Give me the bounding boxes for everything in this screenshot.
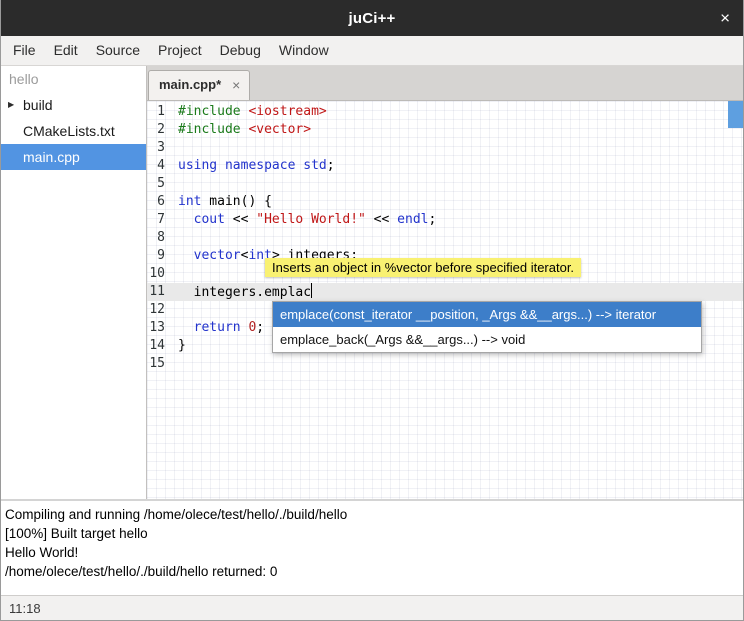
tree-item-label: CMakeLists.txt (23, 123, 115, 139)
line-number: 4 (147, 157, 171, 175)
code-line-5[interactable]: 5 (147, 175, 743, 193)
code-text: #include <vector> (171, 121, 743, 139)
code-line-4[interactable]: 4using namespace std; (147, 157, 743, 175)
menu-debug[interactable]: Debug (211, 36, 270, 65)
line-number: 6 (147, 193, 171, 211)
code-line-2[interactable]: 2#include <vector> (147, 121, 743, 139)
tab-bar: main.cpp* × (147, 66, 743, 101)
code-line-11[interactable]: 11 integers.emplac (147, 283, 743, 301)
code-text: #include <iostream> (171, 103, 743, 121)
terminal-output: Compiling and running /home/olece/test/h… (1, 499, 743, 595)
terminal-line: Hello World! (5, 543, 739, 562)
menu-project[interactable]: Project (149, 36, 211, 65)
titlebar: juCi++ × (1, 0, 743, 36)
code-text: using namespace std; (171, 157, 743, 175)
tab-close-icon[interactable]: × (232, 78, 240, 92)
menu-source[interactable]: Source (87, 36, 149, 65)
menu-edit[interactable]: Edit (45, 36, 87, 65)
tree-item-label: build (23, 97, 53, 113)
line-number: 5 (147, 175, 171, 193)
line-number: 2 (147, 121, 171, 139)
line-number: 7 (147, 211, 171, 229)
line-number: 3 (147, 139, 171, 157)
text-cursor (311, 283, 312, 298)
app-window: juCi++ × FileEditSourceProjectDebugWindo… (0, 0, 744, 621)
autocomplete-item[interactable]: emplace_back(_Args &&__args...) --> void (273, 327, 701, 352)
code-text: integers.emplac (171, 283, 743, 301)
autocomplete-popup: emplace(const_iterator __position, _Args… (272, 301, 702, 353)
menu-window[interactable]: Window (270, 36, 338, 65)
code-line-6[interactable]: 6int main() { (147, 193, 743, 211)
window-title: juCi++ (348, 10, 395, 27)
terminal-line: [100%] Built target hello (5, 524, 739, 543)
tree-item-label: main.cpp (23, 149, 80, 165)
code-text (171, 175, 743, 193)
code-text (171, 139, 743, 157)
menubar: FileEditSourceProjectDebugWindow (1, 36, 743, 66)
line-number: 8 (147, 229, 171, 247)
file-tree: ▶ build CMakeLists.txt main.cpp (1, 92, 146, 170)
file-tree-sidebar: hello ▶ build CMakeLists.txt main.cpp (1, 66, 147, 499)
terminal-line: /home/olece/test/hello/./build/hello ret… (5, 562, 739, 581)
autocomplete-item[interactable]: emplace(const_iterator __position, _Args… (273, 302, 701, 327)
project-name[interactable]: hello (1, 66, 146, 92)
expander-icon[interactable]: ▶ (8, 92, 14, 118)
tree-item-main-cpp[interactable]: main.cpp (1, 144, 146, 170)
tree-item-cmakelists-txt[interactable]: CMakeLists.txt (1, 118, 146, 144)
menu-file[interactable]: File (4, 36, 45, 65)
code-line-1[interactable]: 1#include <iostream> (147, 103, 743, 121)
code-text: int main() { (171, 193, 743, 211)
tab-main-cpp[interactable]: main.cpp* × (148, 70, 250, 100)
close-icon[interactable]: × (720, 10, 730, 27)
line-number: 1 (147, 103, 171, 121)
editor-column: main.cpp* × 1#include <iostream>2#includ… (147, 66, 743, 499)
line-number: 13 (147, 319, 171, 337)
code-text: cout << "Hello World!" << endl; (171, 211, 743, 229)
clock: 11:18 (9, 601, 41, 616)
line-number: 11 (147, 283, 171, 301)
tab-label: main.cpp* (159, 77, 221, 92)
code-text (171, 355, 743, 373)
code-line-3[interactable]: 3 (147, 139, 743, 157)
code-line-8[interactable]: 8 (147, 229, 743, 247)
code-editor[interactable]: 1#include <iostream>2#include <vector>34… (147, 101, 743, 499)
code-line-15[interactable]: 15 (147, 355, 743, 373)
line-number: 10 (147, 265, 171, 283)
main-area: hello ▶ build CMakeLists.txt main.cpp main.… (1, 66, 743, 499)
line-number: 14 (147, 337, 171, 355)
terminal-line: Compiling and running /home/olece/test/h… (5, 505, 739, 524)
code-line-7[interactable]: 7 cout << "Hello World!" << endl; (147, 211, 743, 229)
doc-tooltip: Inserts an object in %vector before spec… (265, 258, 581, 277)
line-number: 12 (147, 301, 171, 319)
line-number: 9 (147, 247, 171, 265)
status-bar: 11:18 (1, 595, 743, 621)
tree-item-build[interactable]: ▶ build (1, 92, 146, 118)
code-text (171, 229, 743, 247)
line-number: 15 (147, 355, 171, 373)
scrollbar-thumb[interactable] (728, 101, 743, 128)
